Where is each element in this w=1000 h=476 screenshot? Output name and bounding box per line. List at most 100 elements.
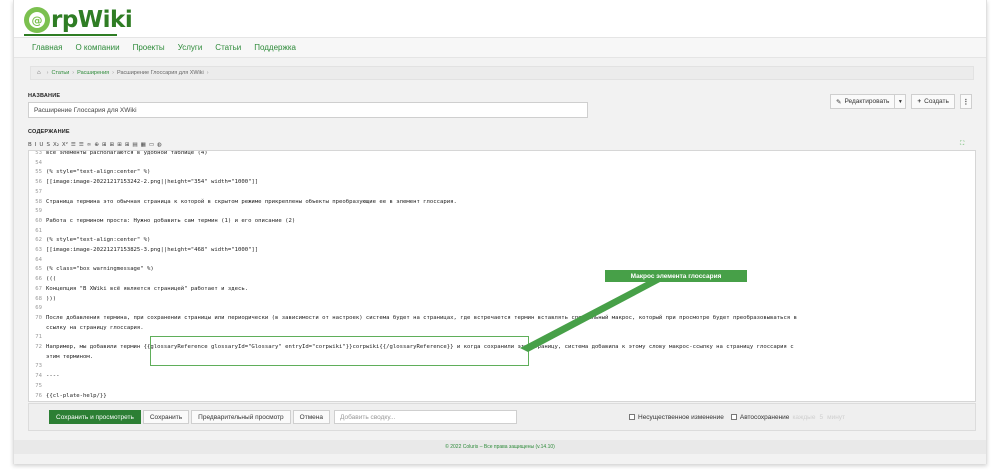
toolbar-icon[interactable]: ▦ <box>141 142 146 148</box>
toolbar-icon[interactable]: I <box>35 142 37 148</box>
line-number: 60 <box>35 217 42 224</box>
toolbar-icon[interactable]: U <box>39 142 43 148</box>
more-actions-button[interactable]: ⋮ <box>959 94 972 109</box>
line-number: 55 <box>35 169 42 176</box>
toolbar-icon[interactable]: X² <box>62 142 68 148</box>
autosave-unit: минут <box>827 413 846 421</box>
code-line: ссылку на страницу глоссария. <box>29 325 975 333</box>
toolbar-icon[interactable]: B <box>28 142 32 148</box>
minor-edit-checkbox[interactable]: Несущественное изменение <box>629 414 724 421</box>
code-line: 75 <box>29 383 975 391</box>
toolbar-icon[interactable]: ☰ <box>79 142 84 148</box>
toolbar-icon[interactable]: ⊕ <box>94 142 99 148</box>
cancel-button[interactable]: Отмена <box>292 410 330 424</box>
line-number: 66 <box>35 276 42 283</box>
page-shell: @ rpWiki Главная О компании Проекты Услу… <box>13 0 987 464</box>
line-number: 65 <box>35 266 42 273</box>
logo-glyph: @ <box>29 12 45 28</box>
code-line: 76 {{cl-plate-help/}} <box>29 393 975 401</box>
summary-input[interactable] <box>334 410 517 424</box>
line-text: ---- <box>46 373 60 380</box>
toolbar-icon[interactable]: ∞ <box>87 142 92 148</box>
autosave-interval: 5 <box>819 413 824 421</box>
toolbar-icon[interactable]: ⊞ <box>110 142 115 148</box>
callout-label: Макрос элемента глоссария <box>605 270 747 282</box>
nav-about[interactable]: О компании <box>75 43 119 52</box>
line-text: (% style="text-align:center" %) <box>46 237 151 244</box>
code-line: 68))) <box>29 296 975 304</box>
code-line: 57 <box>29 189 975 197</box>
code-line: 74 ---- <box>29 373 975 381</box>
line-number: 64 <box>35 256 42 263</box>
preview-button[interactable]: Предварительный просмотр <box>191 410 291 424</box>
breadcrumb-separator: › <box>206 70 209 76</box>
code-line: 58 Страница термина это обычная страница… <box>29 199 975 207</box>
line-number: 63 <box>35 247 42 253</box>
toolbar-icon[interactable]: ⊞ <box>117 142 122 148</box>
breadcrumb-separator: › <box>46 70 49 76</box>
code-line: 62 (% style="text-align:center" %) <box>29 237 975 245</box>
toolbar-icon[interactable]: ▭ <box>149 142 154 148</box>
create-label: Создать <box>924 98 949 105</box>
autosave-checkbox[interactable]: Автосохранение каждые 5 минут <box>730 413 846 421</box>
code-line: 59 <box>29 208 975 216</box>
line-text: [[image:image-20221217153242-2.png||heig… <box>46 179 259 186</box>
toolbar-icon[interactable]: ⊞ <box>125 142 130 148</box>
breadcrumb-extensions[interactable]: Расширения <box>77 70 109 76</box>
code-line: 66 ((( <box>29 276 975 284</box>
toolbar-icon[interactable]: ◍ <box>157 142 162 148</box>
save-and-view-button[interactable]: Сохранить и просмотреть <box>49 410 141 424</box>
save-button[interactable]: Сохранить <box>142 410 190 424</box>
code-line: 67 Концепция "В XWiki всё является стран… <box>29 286 975 294</box>
line-text: Работа с термином проста: Нужно добавить… <box>46 217 296 224</box>
breadcrumb-articles[interactable]: Статьи <box>51 70 69 76</box>
fullscreen-icon[interactable]: ⛶ <box>960 140 970 149</box>
breadcrumb-current: Расширение Глоссария для XWiki <box>116 70 204 76</box>
home-icon[interactable]: ⌂ <box>37 70 41 76</box>
nav-support[interactable]: Поддержка <box>254 43 296 52</box>
title-input[interactable] <box>28 102 588 118</box>
line-number: 75 <box>35 382 42 389</box>
breadcrumb-separator: › <box>72 70 75 76</box>
breadcrumb-separator: › <box>112 70 114 76</box>
toolbar-icon[interactable]: ☰ <box>71 142 76 148</box>
edit-label: Редактировать <box>844 98 890 105</box>
edit-dropdown-button[interactable]: ▼ <box>894 94 907 109</box>
line-number: 56 <box>35 179 42 186</box>
code-line: 70 После добавления термина, при сохранен… <box>29 315 975 323</box>
logo-bar: @ rpWiki <box>14 0 986 37</box>
nav-articles[interactable]: Статьи <box>215 43 241 52</box>
line-text: Концепция "В XWiki всё является странице… <box>46 285 249 292</box>
autosave-every: каждые <box>792 413 816 421</box>
line-number: 54 <box>35 159 42 166</box>
checkbox-box <box>730 414 737 420</box>
toolbar-icon[interactable]: X₂ <box>53 142 59 148</box>
glossary-macro-highlight <box>150 336 529 366</box>
nav-projects[interactable]: Проекты <box>133 43 165 52</box>
line-text: После добавления термина, при сохранении… <box>46 314 798 321</box>
line-number: 57 <box>35 188 42 195</box>
line-number: 73 <box>35 363 42 370</box>
code-line: 61 <box>29 228 975 236</box>
content-label: СОДЕРЖАНИЕ <box>28 129 70 135</box>
line-number: 76 <box>35 392 42 399</box>
toolbar-icon[interactable]: S <box>46 142 50 148</box>
main-nav: Главная О компании Проекты Услуги Статьи… <box>14 37 986 58</box>
edit-button[interactable]: ✎ Редактировать <box>830 94 895 109</box>
line-number: 58 <box>35 198 42 205</box>
line-text: ))) <box>46 295 57 302</box>
line-text: ((( <box>46 276 57 283</box>
edit-actions-bar: Сохранить и просмотреть Сохранить Предва… <box>28 403 976 431</box>
site-logo[interactable]: @ rpWiki <box>24 7 133 33</box>
line-text: Страница термина это обычная страница к … <box>46 198 457 205</box>
nav-home[interactable]: Главная <box>32 43 62 52</box>
line-text: {{cl-plate-help/}} <box>46 392 107 399</box>
toolbar-icon[interactable]: ▤ <box>132 142 137 148</box>
toolbar-icon[interactable]: ⊞ <box>102 142 107 148</box>
nav-services[interactable]: Услуги <box>178 43 203 52</box>
code-line: 65 (% class="box warningmessage" %) <box>29 266 975 274</box>
create-button[interactable]: + Создать <box>911 94 955 109</box>
line-number: 67 <box>35 285 42 292</box>
logo-mark: @ <box>24 7 50 33</box>
autosave-label: Автосохранение <box>739 413 790 421</box>
